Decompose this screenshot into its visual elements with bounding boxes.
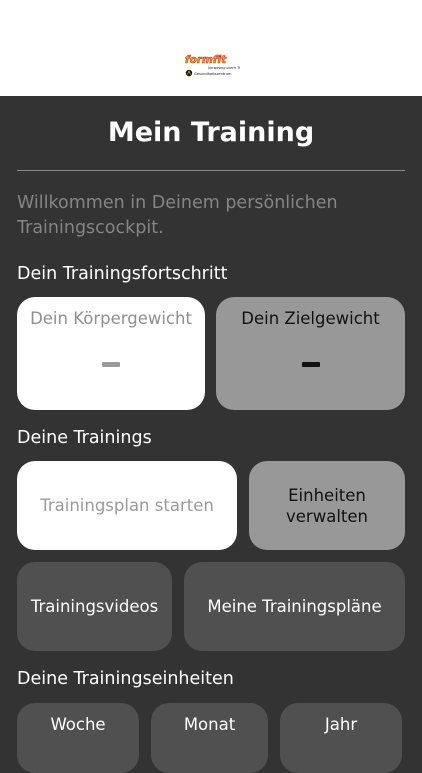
manage-units-button[interactable]: Einheiten verwalten bbox=[249, 461, 405, 550]
tab-year[interactable]: Jahr bbox=[280, 703, 402, 773]
start-training-plan-button[interactable]: Trainingsplan starten bbox=[17, 461, 237, 550]
target-weight-value bbox=[301, 362, 320, 367]
progress-heading: Dein Trainingsfortschritt bbox=[17, 264, 228, 284]
tab-month-label: Monat bbox=[183, 715, 236, 734]
formfit-logo: formfit Vorsprung durch Training Gesundh… bbox=[185, 54, 240, 77]
tab-month[interactable]: Monat bbox=[151, 703, 268, 773]
body-weight-card[interactable]: Dein Körpergewicht bbox=[17, 297, 205, 410]
training-videos-label: Trainingsvideos bbox=[30, 597, 159, 616]
svg-text:Gesundheitszentrum: Gesundheitszentrum bbox=[194, 72, 232, 76]
page-title: Mein Training bbox=[107, 117, 315, 148]
svg-text:formfit: formfit bbox=[185, 54, 227, 66]
body-weight-label: Dein Körpergewicht bbox=[30, 309, 192, 328]
trainings-heading: Deine Trainings bbox=[17, 428, 152, 448]
app-header: formfit Vorsprung durch Training Gesundh… bbox=[0, 0, 422, 96]
my-training-plans-button[interactable]: Meine Trainingspläne bbox=[184, 562, 405, 651]
training-videos-button[interactable]: Trainingsvideos bbox=[17, 562, 172, 651]
manage-units-label: Einheiten verwalten bbox=[286, 485, 368, 526]
tab-year-label: Jahr bbox=[324, 715, 358, 734]
tab-week-label: Woche bbox=[50, 715, 106, 734]
start-training-plan-label: Trainingsplan starten bbox=[40, 496, 214, 515]
title-divider bbox=[17, 170, 405, 171]
svg-text:Vorsprung durch Training: Vorsprung durch Training bbox=[208, 66, 240, 70]
units-heading: Deine Trainingseinheiten bbox=[17, 669, 234, 689]
target-weight-label: Dein Zielgewicht bbox=[241, 309, 380, 328]
my-training-plans-label: Meine Trainingspläne bbox=[207, 597, 382, 616]
tab-week[interactable]: Woche bbox=[17, 703, 139, 773]
body-weight-value bbox=[102, 362, 120, 367]
welcome-text: Willkommen in Deinem persönlichen Traini… bbox=[17, 193, 338, 238]
target-weight-card[interactable]: Dein Zielgewicht bbox=[216, 297, 405, 410]
